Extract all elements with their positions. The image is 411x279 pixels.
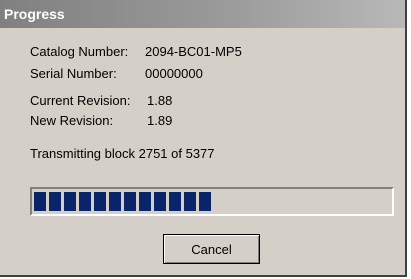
progress-chunk — [169, 192, 181, 211]
progress-dialog: Progress Catalog Number: 2094-BC01-MP5 S… — [0, 0, 407, 277]
cancel-button[interactable]: Cancel — [163, 234, 260, 264]
progress-chunk — [49, 192, 61, 211]
serial-number-value: 00000000 — [145, 66, 203, 81]
dialog-content: Catalog Number: 2094-BC01-MP5 Serial Num… — [0, 28, 405, 275]
progress-chunk — [94, 192, 106, 211]
progress-chunk — [154, 192, 166, 211]
progress-chunk — [64, 192, 76, 211]
progress-chunk — [139, 192, 151, 211]
progress-chunk — [184, 192, 196, 211]
serial-number-label: Serial Number: — [30, 66, 117, 81]
progress-fill — [34, 192, 211, 211]
progress-bar — [30, 187, 394, 216]
new-revision-label: New Revision: — [30, 113, 114, 128]
transmit-status: Transmitting block 2751 of 5377 — [30, 146, 215, 161]
progress-chunk — [124, 192, 136, 211]
progress-chunk — [79, 192, 91, 211]
current-revision-value: 1.88 — [147, 93, 173, 108]
progress-chunk — [199, 192, 211, 211]
progress-chunk — [109, 192, 121, 211]
progress-chunk — [34, 192, 46, 211]
new-revision-value: 1.89 — [147, 113, 173, 128]
catalog-number-value: 2094-BC01-MP5 — [145, 44, 242, 59]
catalog-number-label: Catalog Number: — [30, 44, 129, 59]
dialog-title[interactable]: Progress — [0, 0, 405, 28]
current-revision-label: Current Revision: — [30, 93, 131, 108]
